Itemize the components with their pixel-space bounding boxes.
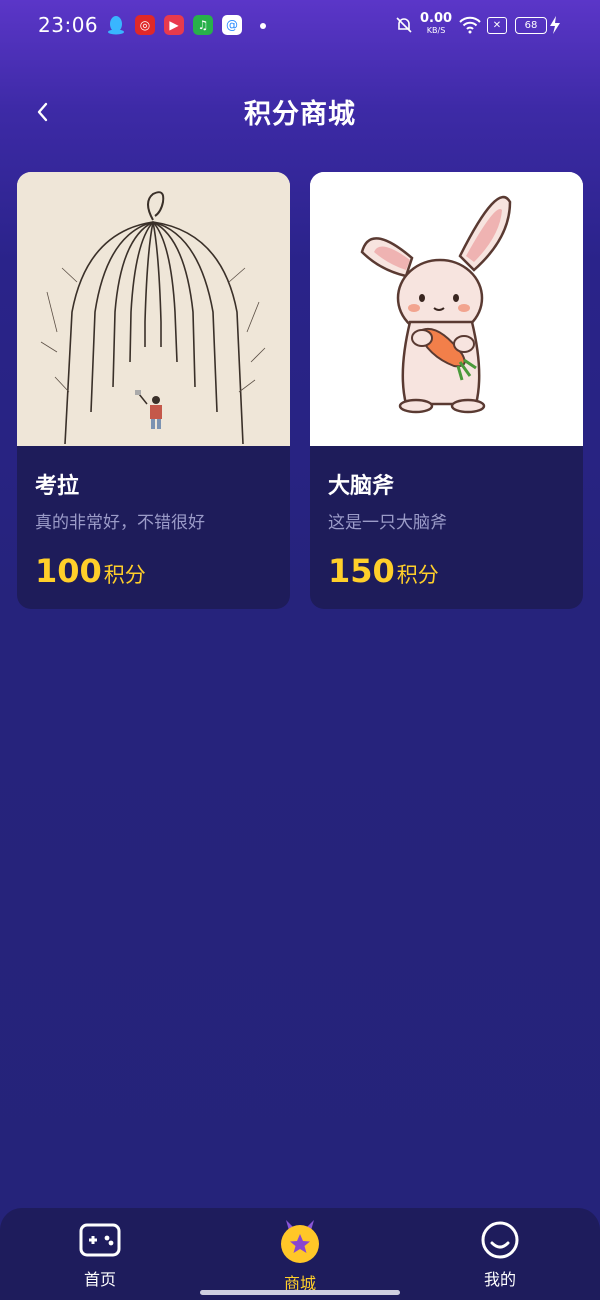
product-card-koala[interactable]: 考拉 真的非常好，不错很好 100积分 — [17, 172, 290, 609]
smile-icon — [481, 1221, 519, 1259]
product-image-tree-cage — [17, 172, 290, 446]
network-speed: 0.00 KB/S — [420, 11, 453, 37]
mute-bell-icon — [395, 16, 413, 38]
nav-item-mall[interactable]: 商城 — [230, 1208, 370, 1300]
sim-off-icon: ✕ — [487, 17, 507, 34]
product-price: 100积分 — [35, 552, 146, 590]
status-bar: 23:06 ◎ ▶ ♫ @ 0.00 KB/S ✕ 68 — [0, 0, 600, 52]
wechat-app-icon: ♫ — [193, 15, 213, 35]
price-value: 150 — [328, 552, 395, 590]
more-notifications-dot — [260, 23, 266, 29]
nav-item-mine[interactable]: 我的 — [430, 1208, 570, 1300]
bottom-nav: 首页 商城 我的 — [0, 1208, 600, 1300]
network-speed-unit: KB/S — [426, 26, 446, 35]
charging-icon — [549, 16, 561, 38]
nav-label-mine: 我的 — [483, 1270, 516, 1289]
qq-icon — [106, 15, 126, 35]
netease-music-icon: ◎ — [135, 15, 155, 35]
network-speed-value: 0.00 — [420, 11, 453, 26]
nav-item-home[interactable]: 首页 — [30, 1208, 170, 1300]
product-image-rabbit — [310, 172, 583, 446]
product-price: 150积分 — [328, 552, 439, 590]
product-name: 大脑斧 — [328, 474, 395, 499]
page-title: 积分商城 — [244, 99, 356, 130]
gamepad-icon — [79, 1223, 121, 1257]
product-description: 真的非常好，不错很好 — [35, 513, 205, 533]
status-time: 23:06 — [38, 13, 99, 37]
battery-indicator: 68 — [515, 17, 547, 34]
star-medal-icon — [281, 1220, 319, 1263]
wifi-icon — [458, 15, 482, 39]
product-description: 这是一只大脑斧 — [328, 513, 447, 533]
video-app-icon: ▶ — [164, 15, 184, 35]
nav-label-home: 首页 — [83, 1270, 116, 1289]
price-unit: 积分 — [103, 563, 146, 587]
home-indicator[interactable] — [200, 1290, 400, 1295]
browser-app-icon: @ — [222, 15, 242, 35]
product-name: 考拉 — [35, 474, 80, 499]
price-unit: 积分 — [396, 563, 439, 587]
product-card-rabbit[interactable]: 大脑斧 这是一只大脑斧 150积分 — [310, 172, 583, 609]
price-value: 100 — [35, 552, 102, 590]
